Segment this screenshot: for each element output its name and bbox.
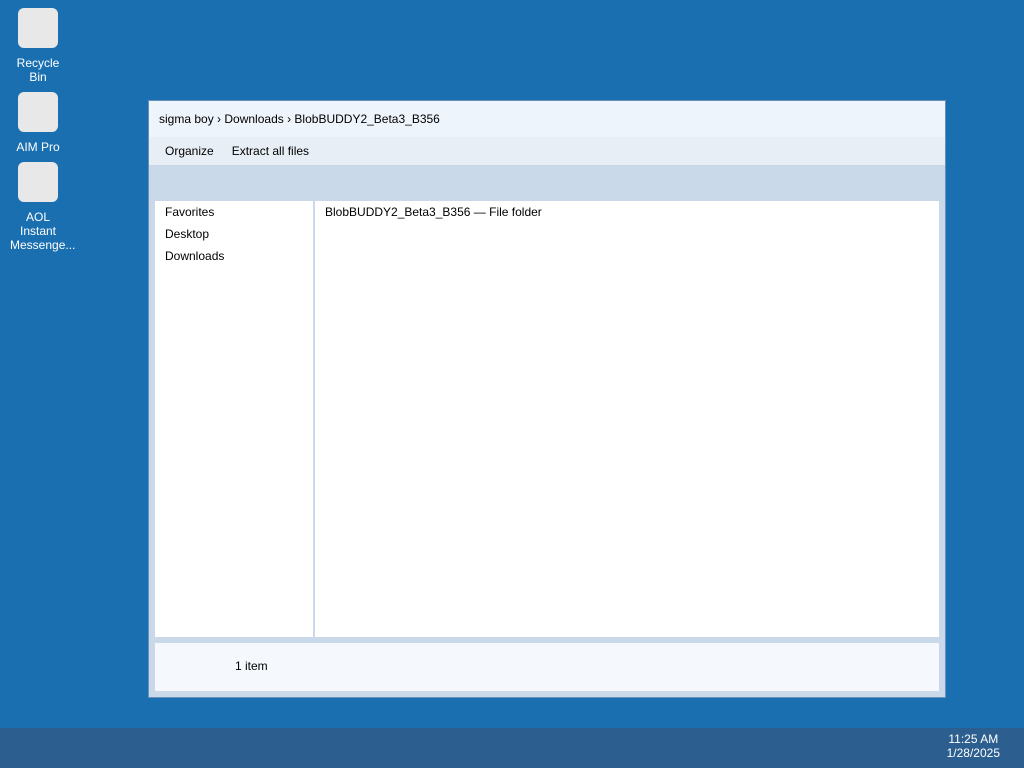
toolbar: Organize Extract all files — [149, 137, 945, 165]
desktop-icons: Recycle Bin AIM Pro AOL Instant Messenge… — [10, 8, 75, 260]
desktop-icon[interactable]: AOL Instant Messenge... — [10, 162, 75, 252]
file-row[interactable]: BlobBUDDY2_Beta3_B356 — File folder — [315, 201, 939, 223]
address-bar[interactable]: sigma boy › Downloads › BlobBUDDY2_Beta3… — [149, 101, 945, 137]
file-list: BlobBUDDY2_Beta3_B356 — File folder — [315, 201, 939, 637]
nav-pane: Favorites Desktop Downloads — [155, 201, 313, 637]
nav-item[interactable]: Desktop — [155, 223, 313, 245]
nav-item[interactable]: Downloads — [155, 245, 313, 267]
taskbar: 11:25 AM 1/28/2025 — [0, 728, 1024, 768]
extract-button[interactable]: Extract all files — [232, 144, 309, 158]
status-bar: 1 item — [155, 643, 939, 691]
clock[interactable]: 11:25 AM 1/28/2025 — [947, 732, 1000, 760]
desktop-icon[interactable]: AIM Pro — [10, 92, 66, 154]
organize-button[interactable]: Organize — [165, 144, 214, 158]
desktop-icon[interactable]: Recycle Bin — [10, 8, 66, 84]
nav-item[interactable]: Favorites — [155, 201, 313, 223]
explorer-window: sigma boy › Downloads › BlobBUDDY2_Beta3… — [148, 100, 946, 698]
